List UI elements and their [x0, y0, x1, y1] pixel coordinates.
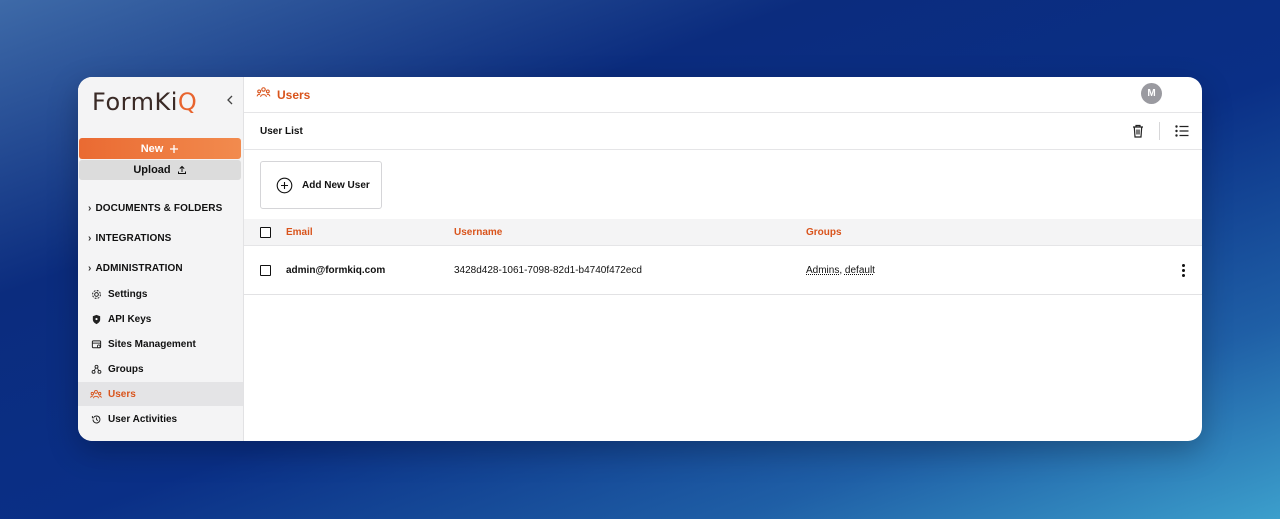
logo-accent: Q — [177, 88, 198, 116]
page-title: Users — [277, 87, 311, 102]
sidebar-item-settings[interactable]: Settings — [78, 282, 243, 306]
add-new-user-label: Add New User — [302, 179, 370, 191]
sidebar-item-label: Groups — [108, 363, 144, 375]
sidebar-item-label: User Activities — [108, 413, 178, 425]
sidebar-item-label: Sites Management — [108, 338, 196, 350]
section-label: DOCUMENTS & FOLDERS — [95, 203, 223, 214]
more-options-icon[interactable] — [1178, 262, 1188, 278]
sidebar-item-sites-management[interactable]: Sites Management — [78, 332, 243, 356]
main-content: Users M User List Add New User Email Use… — [244, 77, 1202, 441]
avatar-initial: M — [1147, 88, 1156, 99]
user-username: 3428d428-1061-7098-82d1-b4740f472ecd — [454, 265, 642, 276]
upload-icon — [177, 165, 186, 174]
collapse-sidebar-icon[interactable] — [223, 94, 237, 108]
section-label: ADMINISTRATION — [95, 263, 183, 274]
row-checkbox[interactable] — [260, 265, 271, 276]
user-email: admin@formkiq.com — [286, 265, 386, 276]
history-icon — [90, 413, 102, 425]
section-administration[interactable]: › ADMINISTRATION — [88, 263, 183, 274]
group-link[interactable]: Admins — [806, 265, 839, 276]
chevron-right-icon: › — [88, 263, 92, 274]
sub-header: User List — [244, 113, 1202, 150]
top-bar: Users M — [244, 77, 1202, 113]
add-new-user-button[interactable]: Add New User — [260, 161, 382, 209]
upload-button[interactable]: Upload — [79, 160, 241, 180]
sidebar-item-users[interactable]: Users — [78, 382, 243, 406]
sites-icon — [90, 338, 102, 350]
column-header-username[interactable]: Username — [454, 227, 502, 238]
logo[interactable]: FormKiQ — [92, 88, 197, 116]
section-title: User List — [260, 125, 303, 137]
logo-row: FormKiQ — [78, 77, 243, 127]
table-header: Email Username Groups — [244, 219, 1202, 246]
sidebar-item-groups[interactable]: Groups — [78, 357, 243, 381]
new-button[interactable]: New — [79, 138, 241, 159]
list-view-icon[interactable] — [1174, 123, 1190, 139]
upload-button-label: Upload — [133, 164, 171, 176]
chevron-right-icon: › — [88, 233, 92, 244]
column-header-groups[interactable]: Groups — [806, 227, 842, 238]
sidebar-item-api-keys[interactable]: API Keys — [78, 307, 243, 331]
sidebar: FormKiQ New Upload › DOCUMENTS & FOLDERS… — [78, 77, 244, 441]
users-icon — [256, 86, 271, 104]
gear-icon — [90, 288, 102, 300]
sidebar-item-label: Users — [108, 388, 136, 400]
sidebar-item-user-activities[interactable]: User Activities — [78, 407, 243, 431]
trash-icon[interactable] — [1130, 123, 1146, 139]
select-all-checkbox[interactable] — [260, 227, 271, 238]
new-button-label: New — [140, 142, 164, 155]
table-row: admin@formkiq.com 3428d428-1061-7098-82d… — [244, 246, 1202, 295]
avatar[interactable]: M — [1141, 83, 1162, 104]
sidebar-item-label: API Keys — [108, 313, 152, 325]
groups-icon — [90, 363, 102, 375]
sidebar-item-label: Settings — [108, 288, 148, 300]
users-icon — [90, 388, 102, 400]
section-integrations[interactable]: › INTEGRATIONS — [88, 233, 171, 244]
section-documents-folders[interactable]: › DOCUMENTS & FOLDERS — [88, 203, 222, 214]
section-label: INTEGRATIONS — [95, 233, 172, 244]
group-link[interactable]: default — [845, 265, 875, 276]
toolbar-divider — [1159, 122, 1160, 140]
column-header-email[interactable]: Email — [286, 227, 313, 238]
app-window: FormKiQ New Upload › DOCUMENTS & FOLDERS… — [78, 77, 1202, 441]
chevron-right-icon: › — [88, 203, 92, 214]
shield-icon — [90, 313, 102, 325]
plus-icon — [170, 144, 179, 153]
logo-prefix: FormKi — [92, 88, 178, 116]
plus-circle-icon — [276, 177, 293, 193]
user-groups: Admins, default — [806, 265, 875, 276]
